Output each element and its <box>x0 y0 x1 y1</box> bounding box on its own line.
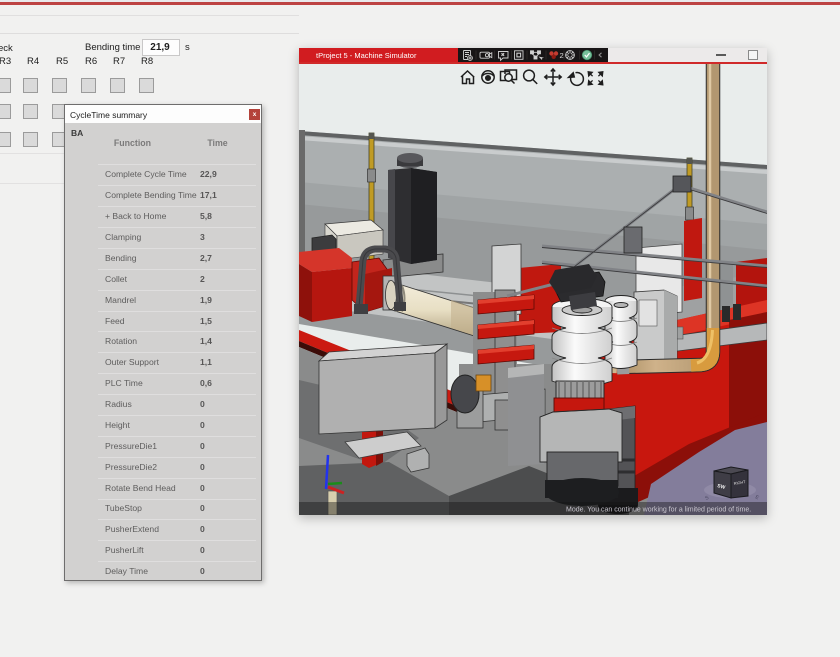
svg-text:2: 2 <box>560 51 564 60</box>
svg-text:Mode. You can continue working: Mode. You can continue working for a lim… <box>566 507 751 514</box>
